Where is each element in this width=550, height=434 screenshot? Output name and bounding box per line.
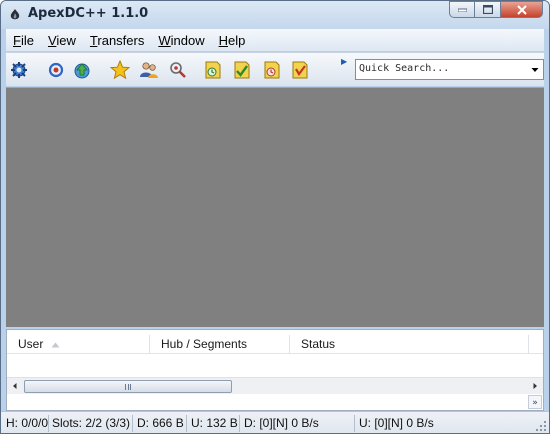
transfers-header: User Hub / Segments Status [7, 335, 543, 354]
quick-search-input[interactable]: Quick Search... [359, 63, 449, 74]
menu-transfers-label: ransfers [97, 32, 145, 48]
scroll-right-icon[interactable] [530, 381, 540, 391]
connect-icon[interactable] [9, 60, 29, 80]
menu-bar: File View Transfers Window Help [6, 29, 544, 51]
mdi-client-area[interactable] [6, 87, 544, 327]
scrollbar-thumb[interactable] [24, 380, 232, 393]
title-bar[interactable]: ApexDC++ 1.1.0 [1, 1, 549, 29]
menu-file[interactable]: File [6, 33, 41, 48]
status-download-speed: D: [0][N] 0 B/s [241, 415, 355, 432]
users-icon[interactable] [139, 60, 159, 80]
finished-downloads-icon[interactable] [203, 60, 223, 80]
reconnect-icon[interactable] [46, 60, 66, 80]
menu-view[interactable]: View [41, 33, 83, 48]
window-controls [449, 1, 543, 19]
close-button[interactable] [501, 1, 543, 18]
status-bar: H: 0/0/0 Slots: 2/2 (3/3) D: 666 B U: 13… [1, 411, 549, 433]
minimize-button[interactable] [449, 1, 475, 18]
toolbar-overflow-arrow[interactable]: ▶ [341, 57, 347, 66]
column-user-label: User [18, 337, 44, 351]
horizontal-scrollbar[interactable] [7, 377, 543, 394]
menu-window-label: indow [170, 32, 205, 48]
status-hubs: H: 0/0/0 [3, 415, 49, 432]
search-spy-icon[interactable] [168, 60, 188, 80]
menu-help-mnemonic: H [218, 32, 228, 48]
column-hub-segments-label: Hub / Segments [161, 337, 248, 351]
finished-uploads-icon[interactable] [232, 60, 252, 80]
follow-redirect-icon[interactable] [72, 60, 92, 80]
panel-expand-icon[interactable]: » [528, 395, 542, 409]
favorites-icon[interactable] [110, 60, 130, 80]
menu-file-mnemonic: F [13, 32, 21, 48]
menu-help[interactable]: Help [212, 33, 253, 48]
scroll-left-icon[interactable] [10, 381, 20, 391]
notepad-icon[interactable] [290, 60, 310, 80]
status-uploaded: U: 132 B [188, 415, 240, 432]
column-status-label: Status [301, 337, 336, 351]
status-slots: Slots: 2/2 (3/3) [49, 415, 133, 432]
close-icon [516, 4, 527, 15]
menu-window-mnemonic: W [158, 32, 171, 48]
minimize-icon [457, 8, 467, 12]
menu-view-label: iew [56, 32, 76, 48]
queue-icon[interactable] [262, 60, 282, 80]
column-header-user[interactable]: User [7, 335, 150, 354]
column-header-status[interactable]: Status [290, 335, 529, 354]
toolbar: ▶ Quick Search... [6, 52, 544, 86]
menu-window[interactable]: Window [151, 33, 211, 48]
status-downloaded: D: 666 B [134, 415, 187, 432]
maximize-icon [482, 5, 493, 14]
sort-ascending-icon [51, 342, 60, 348]
status-upload-speed: U: [0][N] 0 B/s [359, 416, 434, 430]
scrollbar-grip-icon [125, 383, 131, 390]
quick-search-combo[interactable]: Quick Search... [355, 59, 544, 80]
window-title: ApexDC++ 1.1.0 [28, 6, 149, 21]
menu-help-label: elp [228, 32, 246, 48]
menu-file-label: ile [20, 32, 34, 48]
app-window: ApexDC++ 1.1.0 File View Transfers Windo… [0, 0, 550, 434]
column-header-hub-segments[interactable]: Hub / Segments [150, 335, 290, 354]
maximize-button[interactable] [475, 1, 501, 18]
apexdc-logo-icon [10, 9, 20, 20]
resize-grip-icon[interactable] [535, 420, 547, 432]
menu-transfers[interactable]: Transfers [83, 33, 151, 48]
transfers-panel: User Hub / Segments Status » [6, 329, 544, 411]
chevron-down-icon[interactable] [529, 63, 541, 76]
